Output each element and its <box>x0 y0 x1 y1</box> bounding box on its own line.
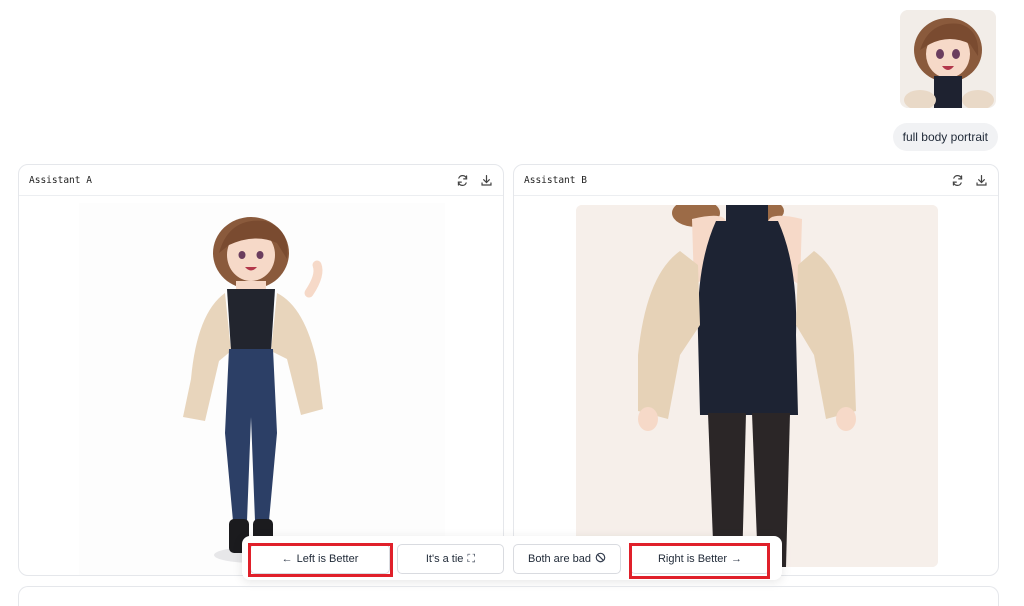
download-icon[interactable] <box>479 173 493 187</box>
assistant-b-title: Assistant B <box>524 174 587 186</box>
refresh-icon[interactable] <box>455 173 469 187</box>
prohibited-icon <box>595 552 606 566</box>
assistant-b-tools <box>950 173 988 187</box>
handshake-icon: ⛶ <box>467 552 476 565</box>
both-are-bad-label: Both are bad <box>528 553 591 565</box>
assistant-a-panel: Assistant A <box>18 164 504 576</box>
user-reference-image[interactable] <box>900 10 996 108</box>
left-is-better-button[interactable]: ← Left is Better <box>250 544 390 574</box>
assistant-a-title: Assistant A <box>29 174 92 186</box>
assistant-b-generated-image[interactable] <box>576 205 938 567</box>
full-body-portrait-dress <box>576 205 938 567</box>
assistant-b-panel: Assistant B <box>513 164 999 576</box>
right-is-better-label: Right is Better <box>657 553 728 565</box>
left-is-better-label: Left is Better <box>296 553 359 565</box>
vote-bar: ← Left is Better It's a tie ⛶ Both are b… <box>242 536 782 580</box>
full-body-portrait-jeans <box>79 203 445 575</box>
next-message-container <box>18 586 999 606</box>
assistant-a-tools <box>455 173 493 187</box>
download-icon[interactable] <box>974 173 988 187</box>
arrow-left-icon: ← <box>281 553 293 565</box>
anime-portrait-thumbnail <box>900 10 996 108</box>
assistant-b-header: Assistant B <box>514 165 998 196</box>
refresh-icon[interactable] <box>950 173 964 187</box>
tie-button[interactable]: It's a tie ⛶ <box>397 544 504 574</box>
assistant-a-generated-image[interactable] <box>79 203 445 575</box>
right-is-better-button[interactable]: Right is Better → <box>630 544 770 574</box>
tie-label: It's a tie <box>425 553 464 565</box>
user-prompt-bubble: full body portrait <box>892 123 998 151</box>
assistant-a-header: Assistant A <box>19 165 503 196</box>
arrow-right-icon: → <box>731 553 743 565</box>
both-are-bad-button[interactable]: Both are bad <box>513 544 621 574</box>
